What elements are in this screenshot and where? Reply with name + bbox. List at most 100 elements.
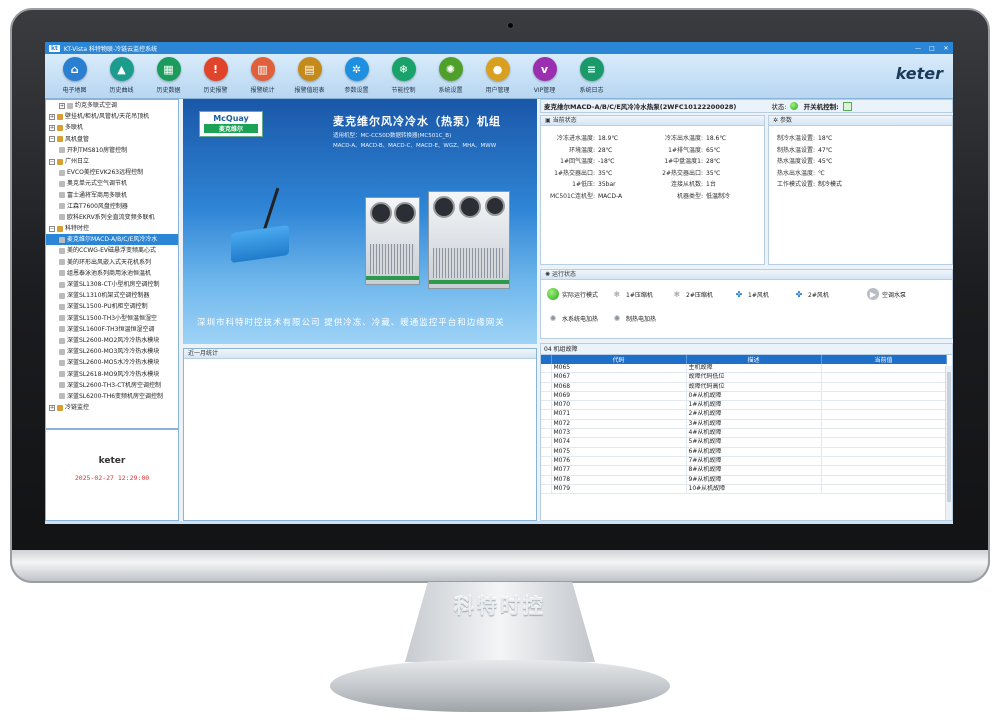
close-button[interactable]: ✕ [939, 45, 953, 52]
toolbar-label: 历史报警 [203, 87, 228, 94]
tree-item[interactable]: + 冷链监控 [46, 402, 178, 413]
tree-item[interactable]: 深蓝SL1600F-TH3恒温恒湿空调 [46, 324, 178, 335]
device-tree[interactable]: + 约克多联式空调 + 壁挂机/柜机/风管机/天花吊顶机 + 多联机 − 风机盘管 开利TMS8… [45, 99, 179, 429]
tree-item[interactable]: + 约克多联式空调 [46, 100, 178, 111]
tree-item[interactable]: − 广州日立 [46, 156, 178, 167]
col-header-code[interactable]: 代码 [551, 355, 687, 364]
toolbar-button-8[interactable]: ✺ 系统设置 [427, 54, 474, 94]
expand-icon[interactable]: + [49, 404, 55, 411]
tree-item[interactable]: 深蓝SL2600-TH3-CT机房空调控制 [46, 380, 178, 391]
tree-item[interactable]: 组恩泰泳池系列商用泳池恒温机 [46, 268, 178, 279]
tree-item[interactable]: 深蓝SL1308-CT小型机房空调控制 [46, 279, 178, 290]
tree-item[interactable]: 富士通将军商用多联机 [46, 190, 178, 201]
tree-item[interactable]: 深蓝SL6200-TH6变频机房空调控制 [46, 391, 178, 402]
run-status-panel: ✺ 运行状态 实际运行模式 ❄ 1#压缩机 ❄ 2#压缩机 ✤ 1#风机 ✤ 2#风机 ▶ 空调水泵… [540, 269, 953, 339]
device-icon [59, 248, 65, 255]
params-title: ✲ 参数 [769, 116, 952, 126]
tree-item-label: 江森T7600风盘控制器 [67, 202, 128, 210]
tree-item[interactable]: 麦克维尔MACD-A/B/C/E风冷冷水 [46, 234, 178, 246]
tree-item[interactable]: − 科特时控 [46, 223, 178, 234]
expand-icon[interactable]: + [59, 102, 65, 109]
scrollbar-thumb[interactable] [947, 372, 951, 502]
run-status-item: 实际运行模式 [547, 288, 598, 300]
maximize-button[interactable]: □ [925, 45, 939, 52]
tree-item[interactable]: 欧科EKRV系列全直流变频多联机 [46, 212, 178, 223]
expand-icon[interactable]: + [49, 113, 55, 120]
field-label: 制热水温设置: [776, 146, 815, 154]
toolbar-button-6[interactable]: ✲ 参数设置 [333, 54, 380, 94]
tree-item[interactable]: 开利TMS810房管控制 [46, 145, 178, 156]
tree-item[interactable]: 深蓝SL1500-PU机柜空调控制 [46, 301, 178, 312]
toolbar-button-2[interactable]: ▦ 历史数据 [145, 54, 192, 94]
cell-code: M067 [551, 372, 687, 383]
collapse-icon[interactable]: − [49, 225, 55, 232]
fault-scrollbar[interactable] [945, 366, 952, 520]
run-status-item: ❄ 1#压缩机 [611, 288, 653, 300]
cell-desc: 0#从机故障 [686, 391, 822, 402]
table-row[interactable]: M070 1#从机故障 [541, 400, 947, 411]
field-value: 18.9℃ [598, 135, 619, 142]
table-row[interactable]: M068 故障代码高位 [541, 382, 947, 392]
tree-item[interactable]: 深蓝SL2600-MO5水冷冷热水模块 [46, 357, 178, 368]
tree-item[interactable]: + 多联机 [46, 122, 178, 133]
tree-item[interactable]: 深蓝SL2600-MO3风冷冷热水模块 [46, 346, 178, 357]
tree-item[interactable]: EVCO美控EVK263远程控制 [46, 167, 178, 178]
table-row[interactable]: M072 3#从机故障 [541, 419, 947, 430]
status-field: 环境温度: 28℃ [545, 145, 612, 154]
toolbar-button-10[interactable]: v VIP管理 [521, 54, 568, 94]
table-row[interactable]: M076 7#从机故障 [541, 456, 947, 467]
collapse-icon[interactable]: − [49, 158, 55, 165]
tree-item[interactable]: + 壁挂机/柜机/风管机/天花吊顶机 [46, 111, 178, 122]
tree-item-label: 深蓝SL2618-MO9风冷冷热水模块 [67, 370, 160, 378]
tree-item[interactable]: 奥克单元式空气调节机 [46, 178, 178, 189]
minimize-button[interactable]: — [911, 45, 925, 52]
table-row[interactable]: M079 10#从机故障 [541, 484, 947, 495]
toolbar-button-11[interactable]: ≡ 系统日志 [568, 54, 615, 94]
toolbar-button-4[interactable]: ▥ 报警统计 [239, 54, 286, 94]
col-header-desc[interactable]: 描述 [686, 355, 822, 364]
power-toggle-button[interactable] [842, 101, 852, 111]
tree-item[interactable]: 深蓝SL2618-MO9风冷冷热水模块 [46, 369, 178, 380]
cell-select [541, 400, 552, 411]
cell-desc: 1#从机故障 [686, 400, 822, 411]
device-icon [59, 203, 65, 210]
table-row[interactable]: M075 6#从机故障 [541, 447, 947, 457]
collapse-icon[interactable]: − [49, 136, 55, 143]
col-header-value[interactable]: 当前值 [821, 355, 947, 364]
table-row[interactable]: M069 0#从机故障 [541, 391, 947, 402]
tree-item[interactable]: − 风机盘管 [46, 134, 178, 145]
field-value: 35℃ [706, 169, 721, 177]
table-icon: ▦ [156, 57, 181, 81]
toolbar-button-0[interactable]: ⌂ 电子地图 [51, 54, 98, 94]
field-label: 制冷水温设置: [776, 135, 815, 142]
cell-desc: 4#从机故障 [686, 428, 822, 439]
window-controls: — □ ✕ [911, 45, 953, 52]
table-row[interactable]: M073 4#从机故障 [541, 428, 947, 439]
tree-item[interactable]: 江森T7600风盘控制器 [46, 201, 178, 212]
current-status-panel: ▣ 当前状态 冷冻进水温度: 18.9℃ 环境温度: 28℃ 1#回气温度: -18℃ 1#… [540, 115, 765, 265]
tree-item[interactable]: 深蓝SL1310机架式空调控制器 [46, 290, 178, 301]
table-row[interactable]: M065 主机故障 [541, 364, 947, 374]
table-row[interactable]: M078 9#从机故障 [541, 475, 947, 485]
tree-item[interactable]: 深蓝SL2600-MO2风冷冷热水模块 [46, 335, 178, 346]
toolbar-button-5[interactable]: ▤ 报警值班表 [286, 54, 333, 94]
settings-icon: ✺ [545, 271, 552, 278]
table-row[interactable]: M077 8#从机故障 [541, 465, 947, 476]
tree-item[interactable]: 美的环形出风嵌入式天花机系列 [46, 257, 178, 268]
toolbar-button-9[interactable]: ● 用户管理 [474, 54, 521, 94]
field-value: 45℃ [818, 158, 833, 165]
table-row[interactable]: M067 故障代码低位 [541, 372, 947, 383]
table-row[interactable]: M071 2#从机故障 [541, 409, 947, 420]
tab-unit-fault[interactable]: 04 机组故障 [541, 344, 952, 355]
device-icon [59, 393, 65, 400]
tree-item[interactable]: 美的CCWG-EV磁悬浮变频离心式 [46, 245, 178, 256]
run-status-label: 制热电加热 [626, 315, 657, 323]
toolbar-button-1[interactable]: ▲ 历史曲线 [98, 54, 145, 94]
toolbar-button-3[interactable]: ! 历史报警 [192, 54, 239, 94]
expand-icon[interactable]: + [49, 124, 55, 131]
device-name: 麦克维尔MACD-A/B/C/E风冷冷水热泵(2WFC10122200028) [544, 103, 737, 111]
tree-item[interactable]: 深蓝SL1500-TH3小型恒温恒湿空 [46, 313, 178, 324]
table-row[interactable]: M074 5#从机故障 [541, 437, 947, 448]
cell-val [821, 419, 947, 430]
toolbar-button-7[interactable]: ❄ 节能控制 [380, 54, 427, 94]
